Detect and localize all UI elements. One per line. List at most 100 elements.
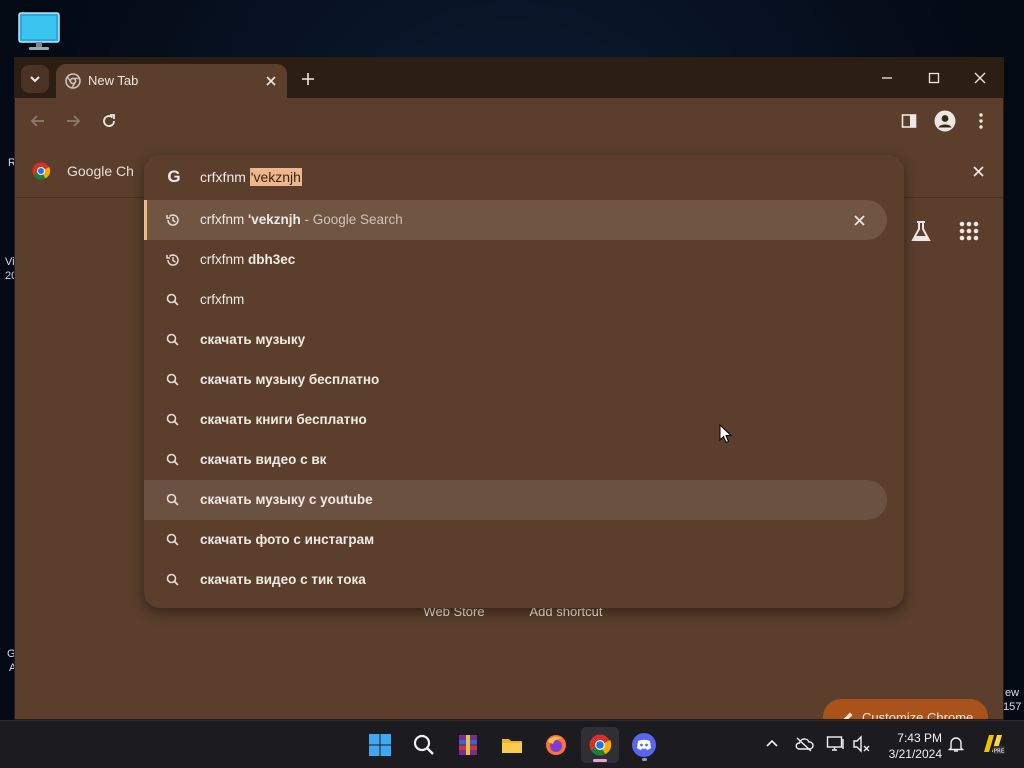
chevron-up-icon (766, 739, 778, 747)
minimize-icon (882, 77, 892, 79)
tab-search-button[interactable] (21, 65, 49, 93)
side-panel-button[interactable] (895, 107, 923, 135)
labs-flask-icon[interactable] (907, 217, 935, 245)
infobar-close-button[interactable] (967, 160, 989, 182)
tab-close-button[interactable] (261, 71, 281, 91)
cloud-offline-icon (795, 737, 814, 752)
suggestion-plain-text: crfxfnm (200, 252, 249, 267)
svg-text:PRE: PRE (994, 749, 1005, 755)
taskbar-firefox-button[interactable] (537, 727, 575, 763)
suggestion-text: скачать музыку бесплатно (200, 372, 379, 387)
new-tab-button[interactable] (295, 66, 321, 92)
toolbar (15, 98, 1003, 144)
omnibox-dropdown: G crfxfnm 'vekznjh crfxfnm 'vekznjh - Go… (144, 155, 904, 608)
taskbar-search-button[interactable] (405, 727, 443, 763)
chrome-window: New Tab Google Ch Web Store Add shortcut… (14, 57, 1004, 720)
close-icon (853, 214, 865, 226)
suggestion-text: скачать видео с тик тока (200, 572, 366, 587)
profile-button[interactable] (931, 107, 959, 135)
suggestion-bold-text: скачать книги бесплатно (200, 412, 367, 427)
taskbar-winrar-button[interactable] (449, 727, 487, 763)
search-icon (165, 372, 181, 388)
remove-suggestion-button[interactable] (849, 210, 869, 230)
taskbar-clock[interactable]: 7:43 PM 3/21/2024 (870, 730, 942, 762)
suggestion-bold-text: dbh3ec (248, 252, 296, 267)
mouse-cursor-icon (719, 424, 733, 444)
history-icon (165, 252, 181, 268)
suggestion-bold-text: скачать фото с инстаграм (200, 532, 375, 547)
volume-muted-icon (853, 735, 870, 753)
clock-time: 7:43 PM (897, 731, 942, 745)
search-icon (165, 292, 181, 308)
bell-icon (948, 737, 964, 752)
this-pc-icon[interactable] (18, 12, 60, 52)
discord-icon (632, 733, 656, 757)
suggestion-bold-text: 'vekznjh (248, 212, 301, 227)
suggestion-row[interactable]: crfxfnm 'vekznjh - Google Search (144, 200, 887, 240)
plus-icon (302, 73, 314, 85)
suggestion-text: crfxfnm dbh3ec (200, 252, 295, 267)
search-icon (413, 734, 434, 755)
apps-grid-icon[interactable] (955, 217, 983, 245)
maximize-icon (928, 72, 940, 84)
title-bar: New Tab (15, 58, 1003, 98)
suggestion-bold-text: скачать музыку (200, 332, 306, 347)
clock-date: 3/21/2024 (888, 747, 942, 761)
search-icon (165, 572, 181, 588)
network-icon (826, 736, 844, 751)
suggestion-row[interactable]: скачать книги бесплатно (144, 400, 887, 440)
close-icon (974, 72, 986, 84)
suggestion-text: скачать музыку с youtube (200, 492, 373, 507)
menu-button[interactable] (967, 107, 995, 135)
suggestion-bold-text: скачать музыку с youtube (200, 492, 373, 507)
taskbar-chrome-button[interactable] (581, 727, 619, 763)
start-button[interactable] (361, 727, 399, 763)
suggestion-text: скачать музыку (200, 332, 305, 347)
taskbar-file-explorer-button[interactable] (493, 727, 531, 763)
minimize-button[interactable] (864, 63, 910, 93)
suggestion-row[interactable]: скачать музыку с youtube (144, 480, 887, 520)
chrome-logo-icon (32, 162, 50, 180)
back-button[interactable] (24, 107, 52, 135)
suggestion-text: crfxfnm (200, 292, 244, 307)
forward-button[interactable] (59, 107, 87, 135)
suggestion-plain-text: crfxfnm (200, 212, 249, 227)
chrome-favicon-icon (65, 73, 81, 89)
suggestion-row[interactable]: скачать фото с инстаграм (144, 520, 887, 560)
tray-network-button[interactable] (825, 733, 847, 755)
suggestion-row[interactable]: скачать видео с вк (144, 440, 887, 480)
pencil-icon (843, 712, 853, 719)
desktop-label-fragment: 157 (1003, 701, 1022, 713)
suggestion-bold-text: скачать видео с вк (200, 452, 327, 467)
suggestion-text: скачать видео с вк (200, 452, 326, 467)
customize-chrome-button[interactable]: Customize Chrome (823, 699, 988, 720)
reload-button[interactable] (95, 107, 123, 135)
search-icon (165, 532, 181, 548)
customize-chrome-label: Customize Chrome (862, 709, 974, 720)
window-close-button[interactable] (957, 63, 1003, 93)
copilot-button[interactable]: PRE (979, 733, 1007, 755)
omnibox-input[interactable]: G crfxfnm 'vekznjh (144, 155, 904, 199)
reload-icon (103, 114, 115, 127)
suggestion-row[interactable]: crfxfnm (144, 280, 887, 320)
suggestion-text: crfxfnm 'vekznjh - Google Search (200, 212, 403, 227)
tray-overflow-button[interactable] (761, 733, 783, 755)
tab-new-tab[interactable]: New Tab (56, 64, 287, 98)
tray-onedrive-button[interactable] (793, 733, 815, 755)
suggestion-row[interactable]: скачать видео с тик тока (144, 560, 887, 600)
suggestion-row[interactable]: скачать музыку бесплатно (144, 360, 887, 400)
search-icon (165, 492, 181, 508)
search-icon (165, 412, 181, 428)
folder-icon (502, 739, 522, 753)
infobar-message: Google Ch (67, 163, 134, 179)
maximize-button[interactable] (911, 63, 957, 93)
notifications-button[interactable] (945, 733, 967, 755)
suggestion-row[interactable]: crfxfnm dbh3ec (144, 240, 887, 280)
close-icon (972, 165, 984, 177)
google-g-icon: G (167, 167, 181, 186)
chevron-down-icon (30, 76, 40, 83)
suggestion-plain-text: crfxfnm (200, 292, 245, 307)
windows-start-icon (369, 734, 391, 756)
suggestion-row[interactable]: скачать музыку (144, 320, 887, 360)
taskbar-discord-button[interactable] (625, 727, 663, 763)
